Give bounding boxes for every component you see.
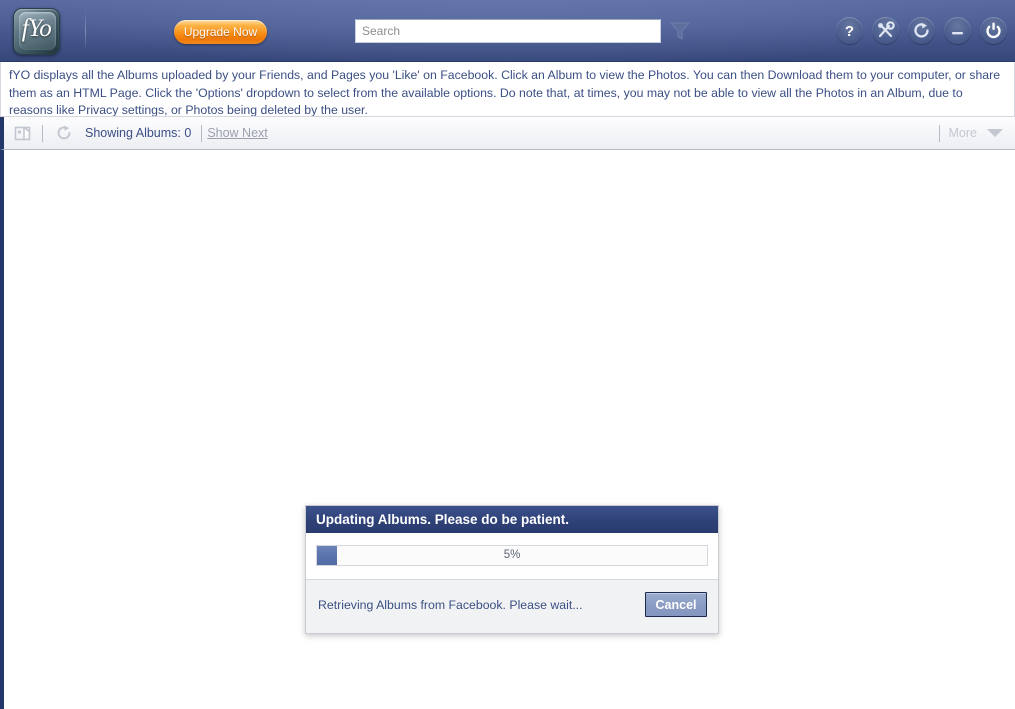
logo-text: fYo [21, 15, 52, 42]
cancel-button[interactable]: Cancel [645, 592, 707, 617]
description-banner: fYO displays all the Albums uploaded by … [0, 62, 1015, 117]
more-options-label[interactable]: More [949, 126, 977, 140]
header-icon-group: ? [836, 17, 1007, 44]
refresh-icon[interactable] [51, 120, 77, 146]
refresh-icon[interactable] [908, 17, 935, 44]
updating-albums-dialog: Updating Albums. Please do be patient. 5… [305, 505, 719, 634]
app-header: fYo Upgrade Now ? [0, 0, 1015, 62]
showing-albums-label: Showing Albums: 0 [85, 126, 192, 140]
dialog-body: 5% [306, 533, 718, 580]
progress-percent-label: 5% [503, 549, 521, 561]
help-icon[interactable]: ? [836, 17, 863, 44]
show-next-link[interactable]: Show Next [207, 126, 267, 140]
upgrade-now-button[interactable]: Upgrade Now [174, 20, 267, 44]
search-input[interactable] [355, 19, 661, 43]
chevron-down-icon[interactable] [987, 129, 1003, 137]
description-text: fYO displays all the Albums uploaded by … [9, 68, 1001, 117]
fyo-application-window: fYo Upgrade Now ? [0, 0, 1015, 709]
svg-text:?: ? [845, 23, 854, 40]
dialog-title: Updating Albums. Please do be patient. [306, 506, 718, 533]
fyo-logo: fYo [13, 8, 60, 55]
toolbar-separator-3 [938, 124, 940, 142]
power-icon[interactable] [980, 17, 1007, 44]
toolbar-right-group: More [934, 117, 1003, 149]
album-content-area: Updating Albums. Please do be patient. 5… [0, 150, 1015, 709]
dialog-status-text: Retrieving Albums from Facebook. Please … [318, 598, 583, 612]
progress-bar: 5% [316, 545, 708, 566]
album-toolbar: Showing Albums: 0 Show Next More [0, 117, 1015, 150]
minimize-icon[interactable] [944, 17, 971, 44]
toolbar-separator-1 [42, 124, 43, 142]
tools-icon[interactable] [872, 17, 899, 44]
toolbar-left-group: Showing Albums: 0 Show Next [8, 117, 268, 149]
upload-share-icon[interactable] [11, 120, 37, 146]
dialog-footer: Retrieving Albums from Facebook. Please … [306, 580, 718, 633]
funnel-filter-icon[interactable] [668, 20, 692, 42]
toolbar-separator-2 [201, 124, 203, 142]
header-divider [85, 12, 86, 50]
search-container [355, 19, 661, 43]
